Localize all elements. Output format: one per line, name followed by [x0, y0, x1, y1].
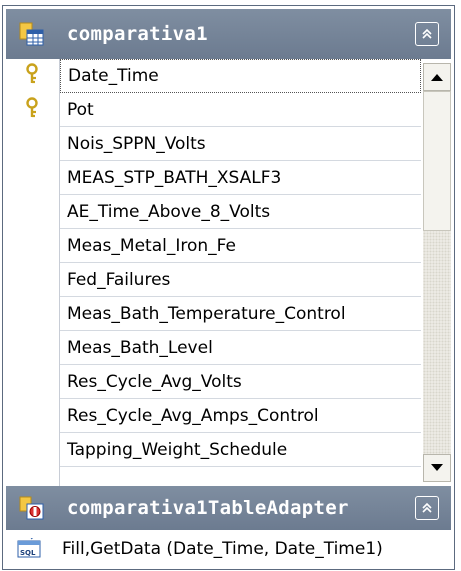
collapse-up-icon	[422, 502, 432, 513]
scroll-up-button[interactable]	[423, 63, 451, 91]
dataset-designer-panel: comparativa1 Date_Time Pot Nois_SPPN_Vol…	[2, 5, 455, 570]
column-row[interactable]: Tapping_Weight_Schedule	[60, 433, 421, 467]
column-row[interactable]: Meas_Metal_Iron_Fe	[60, 229, 421, 263]
collapse-table-button[interactable]	[415, 22, 439, 46]
column-list: Date_Time Pot Nois_SPPN_Volts MEAS_STP_B…	[59, 59, 421, 486]
column-row[interactable]: Fed_Failures	[60, 263, 421, 297]
column-row[interactable]: AE_Time_Above_8_Volts	[60, 195, 421, 229]
column-row[interactable]: Res_Cycle_Avg_Amps_Control	[60, 399, 421, 433]
arrow-up-icon	[431, 74, 443, 81]
primary-key-icon	[24, 97, 44, 123]
column-row[interactable]: Pot	[60, 93, 421, 127]
table-name: comparativa1	[67, 23, 208, 45]
column-row[interactable]: Meas_Bath_Level	[60, 331, 421, 365]
primary-key-icon	[24, 63, 44, 89]
arrow-down-icon	[431, 464, 443, 471]
column-gutter	[6, 59, 59, 486]
vertical-scrollbar[interactable]	[423, 63, 451, 482]
column-row[interactable]: Nois_SPPN_Volts	[60, 127, 421, 161]
scrollbar-thumb[interactable]	[423, 91, 451, 231]
adapter-query-row[interactable]: SQL Fill,GetData (Date_Time, Date_Time1)	[6, 530, 451, 568]
column-row[interactable]: Res_Cycle_Avg_Volts	[60, 365, 421, 399]
query-text: Fill,GetData (Date_Time, Date_Time1)	[62, 539, 383, 559]
svg-text:SQL: SQL	[20, 549, 36, 557]
collapse-up-icon	[422, 28, 432, 39]
scroll-down-button[interactable]	[423, 454, 451, 482]
collapse-adapter-button[interactable]	[415, 496, 439, 520]
sql-icon: SQL	[17, 535, 43, 564]
table-adapter-header[interactable]: comparativa1TableAdapter	[6, 486, 451, 530]
column-row[interactable]: Date_Time	[60, 59, 421, 93]
table-icon	[19, 21, 45, 51]
table-header[interactable]: comparativa1	[6, 9, 451, 59]
table-adapter-name: comparativa1TableAdapter	[67, 497, 349, 519]
table-adapter-icon	[19, 495, 45, 525]
column-row[interactable]: Meas_Bath_Temperature_Control	[60, 297, 421, 331]
column-row[interactable]: MEAS_STP_BATH_XSALF3	[60, 161, 421, 195]
